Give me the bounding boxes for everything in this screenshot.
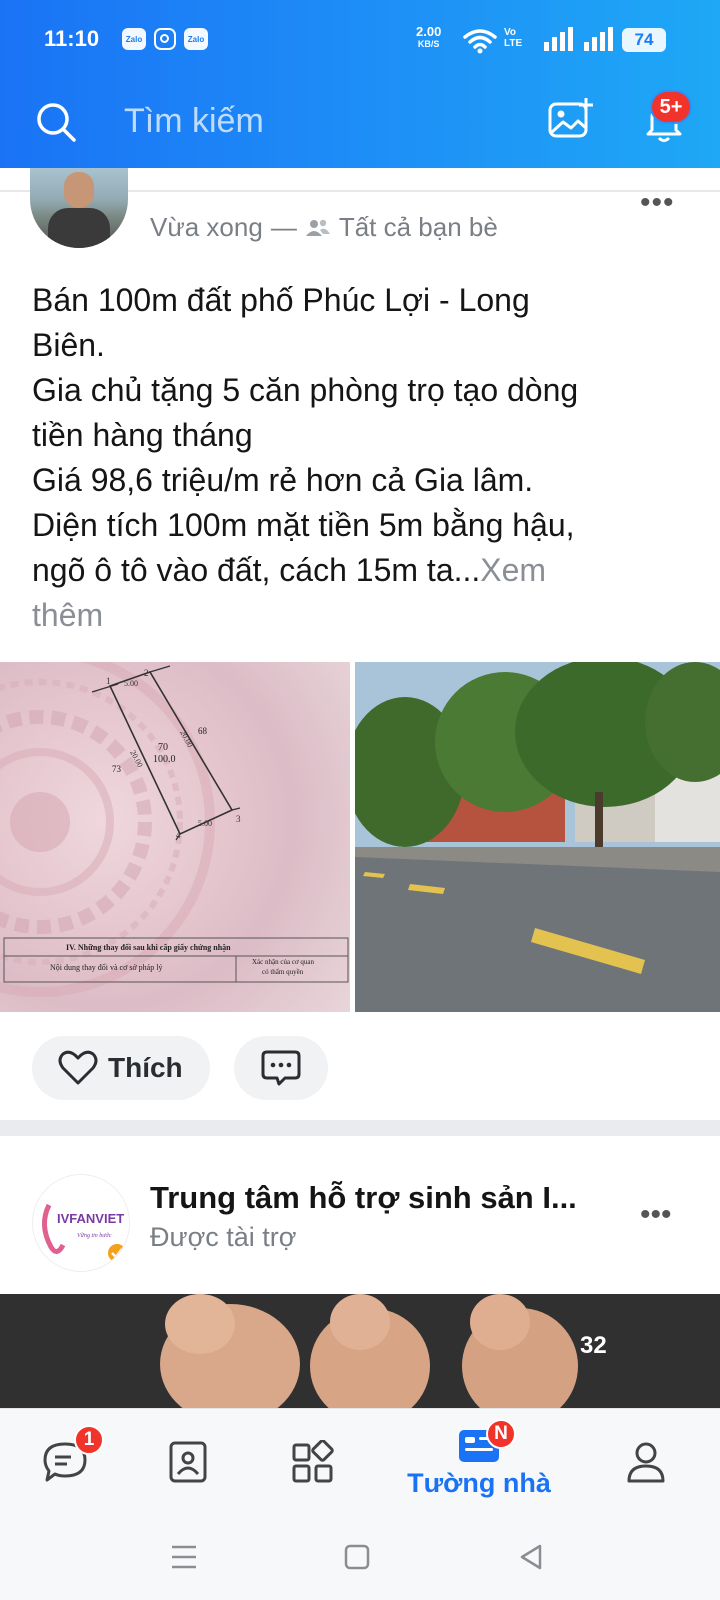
more-dots-icon[interactable]: ••• [640, 186, 675, 220]
post-timestamp: Vừa xong [150, 212, 263, 242]
zalo-app-icon: Zalo [122, 28, 146, 50]
neighbor-plot-left: 73 [112, 764, 122, 774]
sponsored-label: Được tài trợ [150, 1222, 297, 1252]
nav-messages[interactable]: 1 [30, 1409, 104, 1515]
post-text-line: Biên. [32, 327, 105, 363]
profile-icon [627, 1442, 665, 1483]
search-input[interactable]: Tìm kiếm [124, 102, 264, 141]
plot-point-label: 3 [236, 814, 241, 824]
more-dots-icon[interactable]: ••• [640, 1198, 672, 1232]
photo-add-icon[interactable] [548, 96, 594, 140]
signal-icon-2 [584, 27, 613, 51]
cert-table-col1: Nội dung thay đổi và cơ sở pháp lý [50, 963, 162, 972]
system-nav-bar [0, 1514, 720, 1600]
nav-profile[interactable] [616, 1409, 676, 1515]
instagram-icon [154, 28, 176, 50]
plot-edge-top: 5.00 [124, 679, 138, 688]
nav-timeline-label: Tường nhà [407, 1467, 551, 1498]
cert-table-title: IV. Những thay đổi sau khi cấp giấy chứn… [66, 943, 231, 952]
comment-icon [261, 1050, 301, 1086]
plot-edge-bottom: 5.00 [198, 819, 212, 828]
neighbor-plot-right: 68 [198, 726, 208, 736]
lte-indicator-top: Vo [504, 27, 517, 38]
lte-indicator: Vo LTE [504, 27, 522, 49]
menu-icon[interactable] [170, 1544, 198, 1570]
comment-button[interactable] [234, 1036, 328, 1100]
heart-icon [58, 1050, 98, 1085]
search-icon[interactable] [34, 100, 78, 144]
post-text-line: tiền hàng tháng [32, 417, 253, 453]
sponsor-logo[interactable]: IVFANVIET Vững tin bước [32, 1174, 130, 1272]
bottom-nav: 1 Tường nhà N [0, 1408, 720, 1514]
post-author-name-clipped [150, 178, 480, 190]
network-speed: 2.00 KB/S [416, 24, 442, 50]
post-body: Bán 100m đất phố Phúc Lợi - Long Biên. G… [32, 278, 672, 638]
back-icon[interactable] [518, 1543, 544, 1571]
plot-area: 100.0 [153, 754, 176, 765]
see-more-link[interactable]: Xem [480, 552, 546, 588]
notification-badge: 5+ [650, 90, 692, 124]
sponsored-image[interactable]: 32 [0, 1294, 720, 1408]
street-photo-image[interactable] [355, 662, 720, 1012]
post-text-line: Gia chủ tặng 5 căn phòng trọ tạo dòng [32, 372, 579, 408]
post-text-line-last: ngõ ô tô vào đất, cách 15m ta...Xem [32, 552, 547, 588]
meta-separator: — [270, 212, 297, 242]
plot-point-label: 2 [144, 668, 149, 678]
top-header: 11:10 Zalo Zalo 2.00 KB/S Vo LTE 74 Tìm … [0, 0, 720, 168]
like-label: Thích [108, 1052, 183, 1083]
sponsor-logo-tagline: Vững tin bước [77, 1233, 112, 1239]
nav-contacts[interactable] [158, 1409, 218, 1515]
home-icon[interactable] [344, 1544, 370, 1570]
feed[interactable]: ••• Vừa xong — Tất cả bạn bè Bán 100m đấ… [0, 168, 720, 1408]
plot-point-label: 1 [106, 676, 111, 686]
plot-point-label: 4 [176, 830, 181, 840]
avatar[interactable] [30, 168, 128, 248]
network-speed-value: 2.00 [416, 24, 442, 39]
status-app-icons: Zalo Zalo [122, 28, 208, 50]
cert-table-col2-b: có thẩm quyền [262, 968, 304, 976]
post-text-line: Diện tích 100m mặt tiền 5m bằng hậu, [32, 507, 575, 543]
post-text-line: Bán 100m đất phố Phúc Lợi - Long [32, 282, 530, 318]
wifi-icon [463, 29, 497, 54]
post-separator [0, 1120, 720, 1136]
plot-number: 70 [158, 742, 168, 753]
like-button[interactable]: Thích [32, 1036, 210, 1100]
battery-indicator: 74 [622, 28, 666, 52]
network-speed-unit: KB/S [417, 39, 440, 49]
nav-discover[interactable] [282, 1409, 346, 1515]
status-bar: 11:10 Zalo Zalo 2.00 KB/S Vo LTE 74 [0, 0, 720, 82]
timeline-badge: N [486, 1419, 516, 1449]
image-count: 32 [580, 1332, 607, 1359]
apps-icon [292, 1440, 334, 1483]
land-certificate-image[interactable]: 1 2 3 4 5.00 5.00 20.00 20.00 70 100.0 7… [0, 662, 350, 1012]
post-audience: Tất cả bạn bè [338, 212, 498, 242]
sponsor-name[interactable]: Trung tâm hỗ trợ sinh sản I... [150, 1180, 577, 1216]
post-text-line: Giá 98,6 triệu/m rẻ hơn cả Gia lâm. [32, 462, 534, 498]
post-meta: Vừa xong — Tất cả bạn bè [150, 212, 498, 243]
friends-icon [305, 219, 330, 236]
sponsor-logo-text: IVFANVIET [57, 1211, 124, 1226]
signal-icon-1 [544, 27, 573, 51]
contacts-icon [169, 1441, 207, 1483]
plot-edge-side-right: 20.00 [178, 729, 194, 749]
cert-table-col2: Xác nhận của cơ quan [252, 958, 315, 966]
messages-badge: 1 [74, 1425, 104, 1455]
zalo-app-icon-2: Zalo [184, 28, 208, 50]
nav-timeline[interactable]: Tường nhà N [404, 1409, 554, 1515]
search-bar[interactable]: Tìm kiếm 5+ [0, 82, 720, 168]
lte-indicator-bottom: LTE [504, 38, 523, 49]
status-time: 11:10 [44, 26, 100, 51]
see-more-link-cont[interactable]: thêm [32, 593, 672, 638]
